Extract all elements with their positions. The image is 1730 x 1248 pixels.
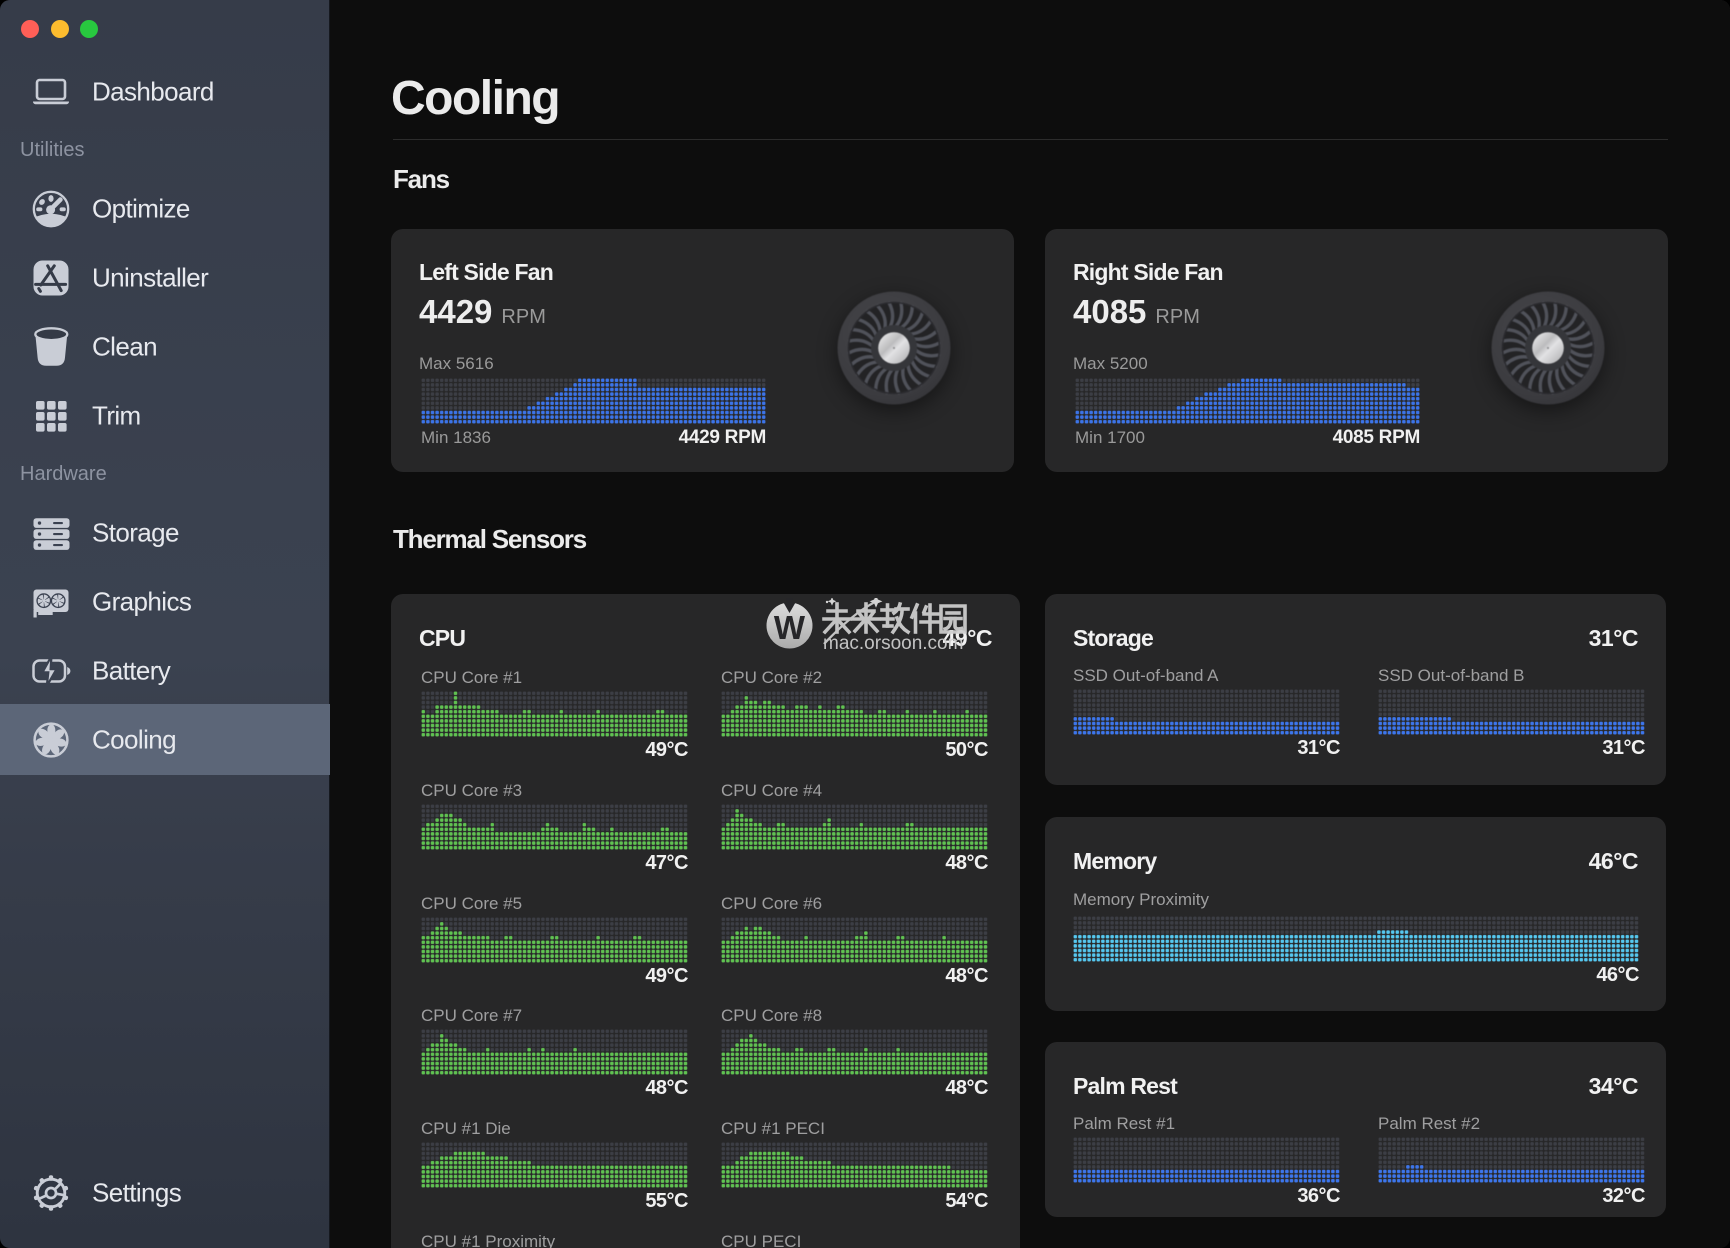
svg-text:mac.orsoon.com: mac.orsoon.com bbox=[823, 633, 963, 654]
svg-text:W: W bbox=[774, 609, 806, 646]
